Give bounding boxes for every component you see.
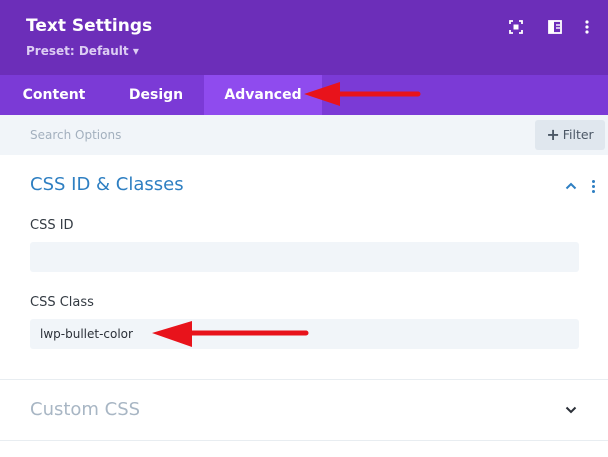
plus-icon: + <box>546 125 560 144</box>
modal-title: Text Settings <box>26 16 153 36</box>
css-class-label: CSS Class <box>30 295 94 310</box>
annotation-arrow-icon <box>152 321 309 347</box>
chevron-down-icon[interactable] <box>565 406 577 414</box>
filter-button[interactable]: + Filter <box>535 120 605 150</box>
section-divider <box>0 440 608 441</box>
sidebar-toggle-icon[interactable] <box>548 20 562 34</box>
settings-header: Text Settings Preset: Default ▾ <box>0 0 608 75</box>
more-vertical-icon[interactable] <box>583 20 591 34</box>
section-options-icon[interactable] <box>589 180 597 194</box>
section-title-css-id-classes[interactable]: CSS ID & Classes <box>30 174 184 195</box>
section-divider <box>0 379 608 380</box>
search-input[interactable] <box>18 121 418 149</box>
filter-label: Filter <box>562 127 594 142</box>
annotation-arrow-icon <box>304 82 421 106</box>
search-bar: +Filter <box>0 115 608 155</box>
section-title-custom-css[interactable]: Custom CSS <box>30 399 140 420</box>
expand-icon[interactable] <box>509 20 523 34</box>
chevron-up-icon[interactable] <box>565 182 577 190</box>
tab-design[interactable]: Design <box>108 75 204 115</box>
css-id-label: CSS ID <box>30 218 74 233</box>
css-id-field[interactable] <box>30 242 579 272</box>
tab-content[interactable]: Content <box>0 75 108 115</box>
preset-dropdown[interactable]: Preset: Default ▾ <box>26 44 139 58</box>
